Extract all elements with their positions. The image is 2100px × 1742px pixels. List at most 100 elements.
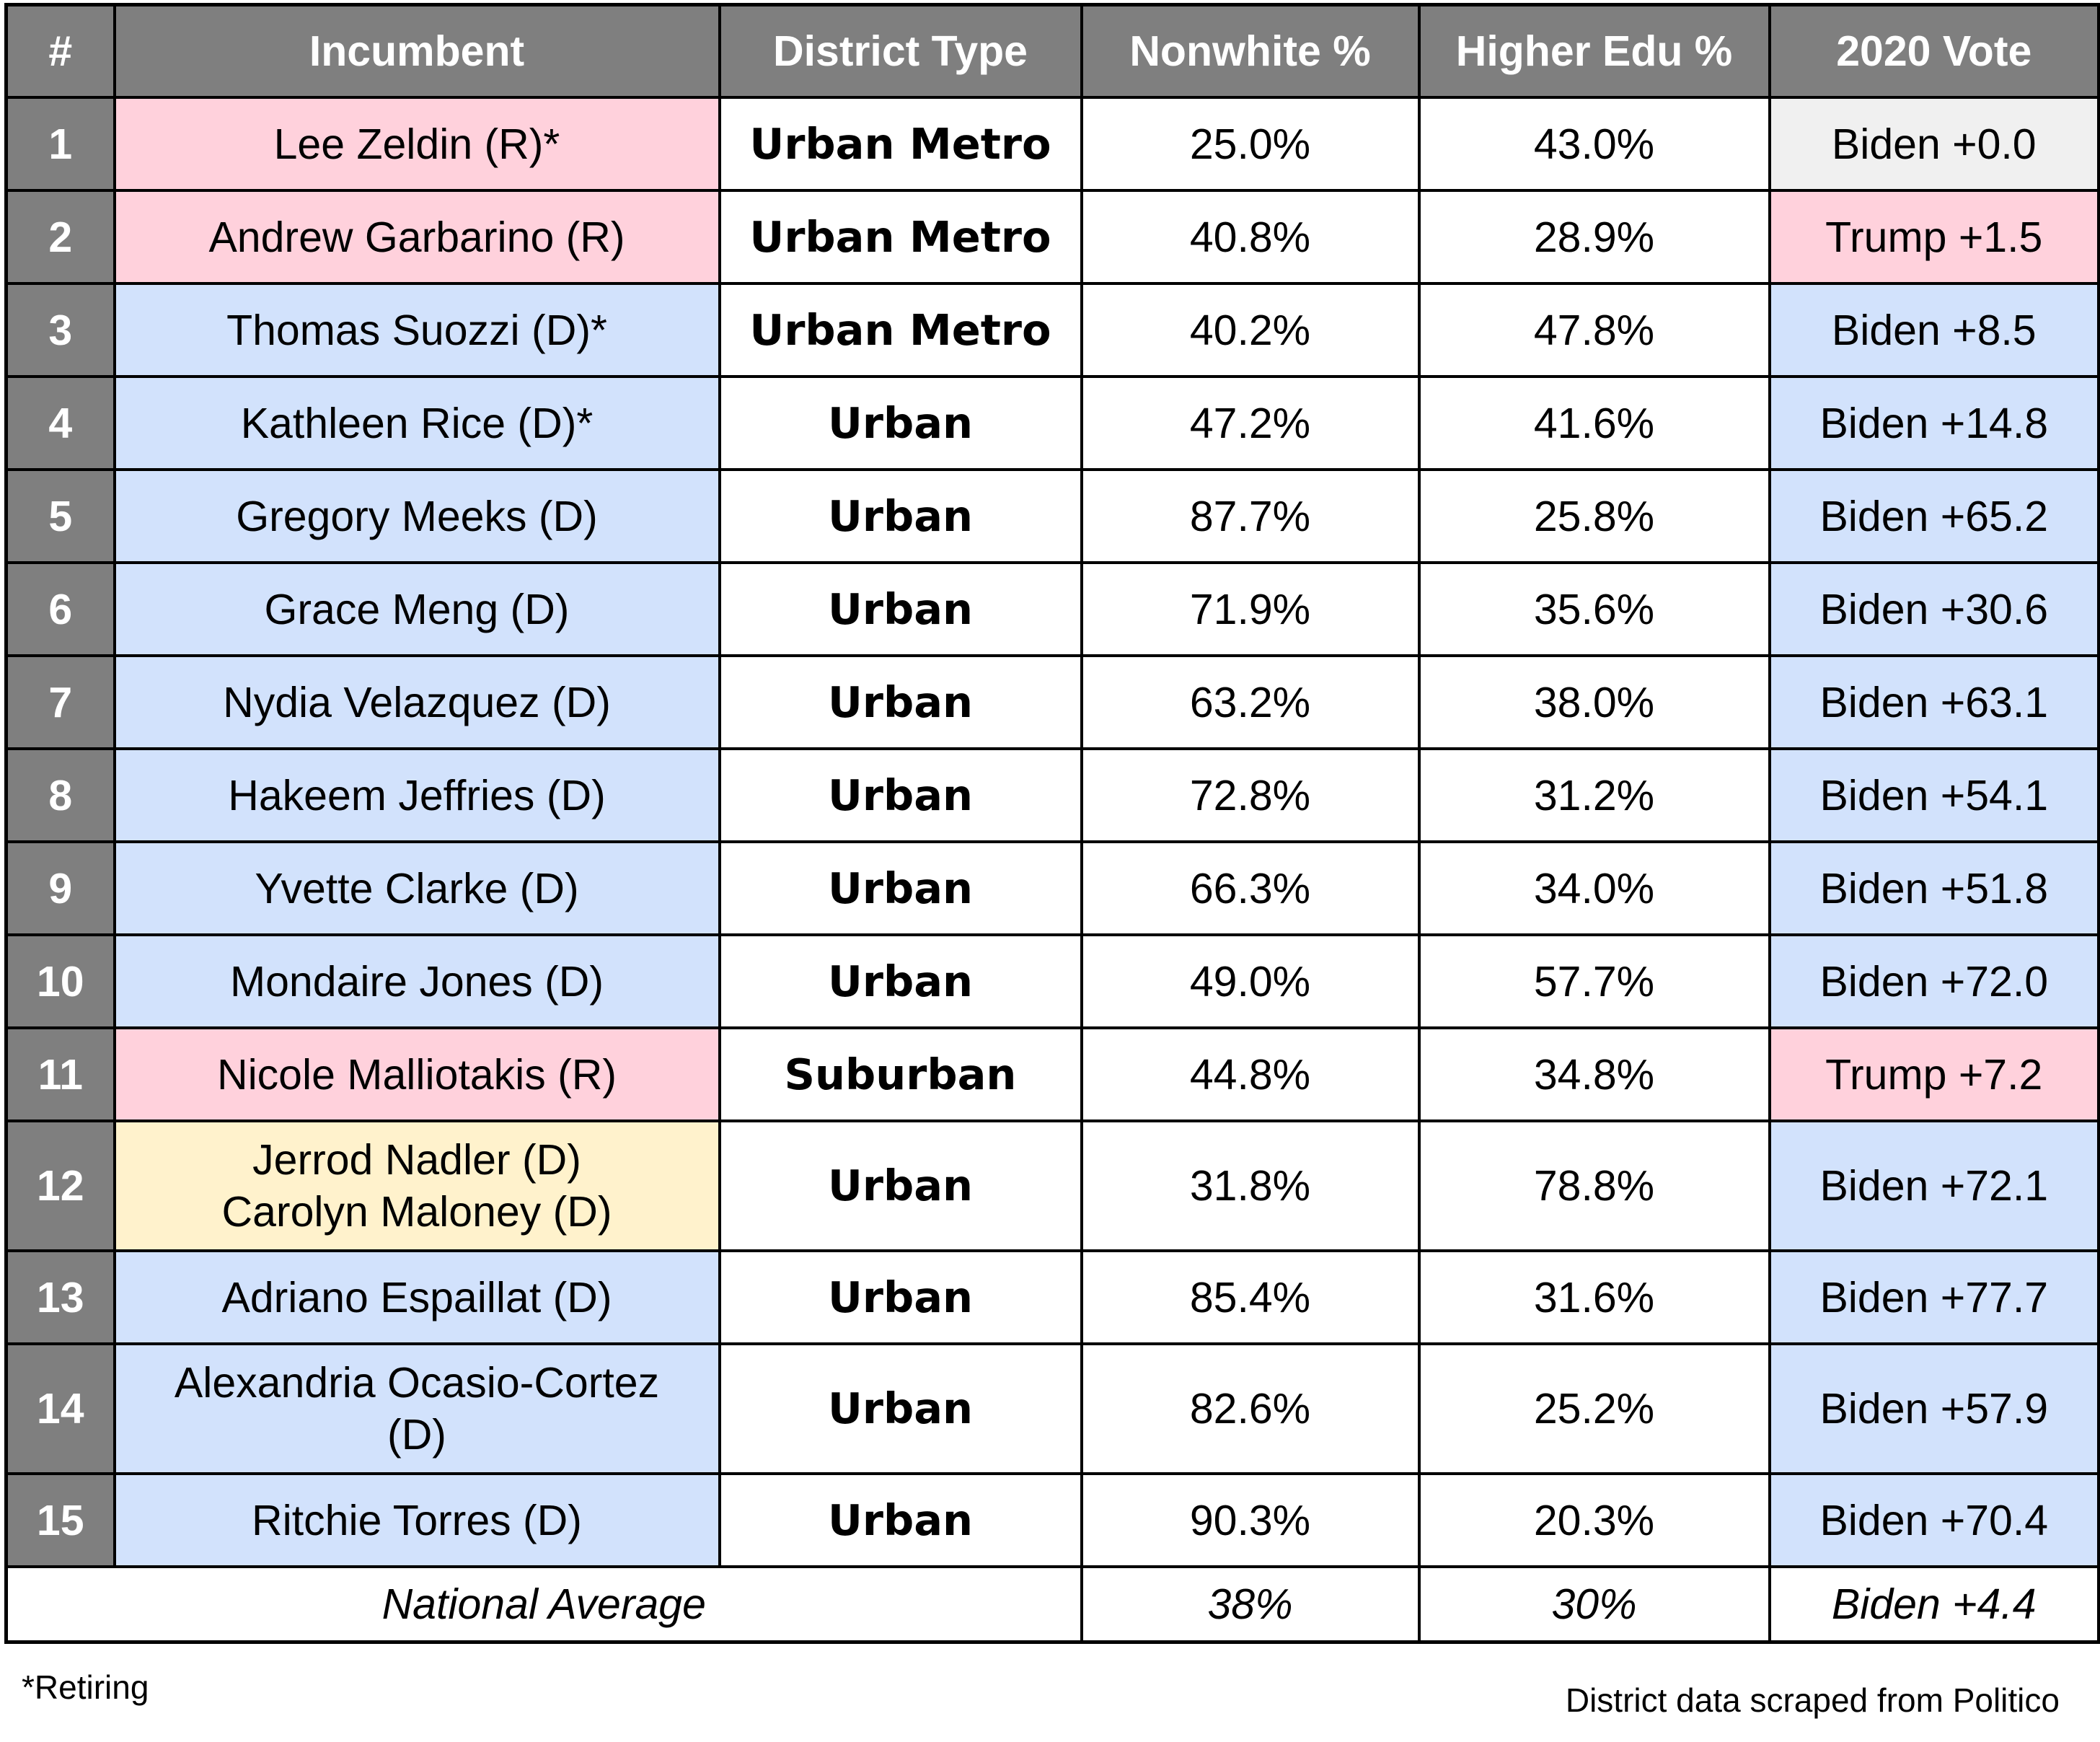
table-row: 9 Yvette Clarke (D) Urban 66.3% 34.0% Biden +… bbox=[4, 840, 2100, 936]
district-table: # Incumbent District Type Nonwhite % Hig… bbox=[4, 3, 2100, 1644]
district-type-cell: Urban bbox=[718, 1342, 1083, 1475]
higher-edu-cell: 31.6% bbox=[1417, 1249, 1771, 1345]
row-number: 14 bbox=[4, 1342, 116, 1475]
higher-edu-cell: 35.6% bbox=[1417, 561, 1771, 657]
nonwhite-cell: 25.0% bbox=[1080, 96, 1421, 192]
incumbent-cell: Ritchie Torres (D) bbox=[112, 1472, 721, 1568]
header-number: # bbox=[4, 3, 116, 99]
header-2020-vote: 2020 Vote bbox=[1768, 3, 2100, 99]
incumbent-name: Grace Meng (D) bbox=[264, 585, 570, 633]
nonwhite-cell: 72.8% bbox=[1080, 747, 1421, 843]
higher-edu-cell: 31.2% bbox=[1417, 747, 1771, 843]
nonwhite-cell: 47.2% bbox=[1080, 375, 1421, 471]
header-district-type: District Type bbox=[718, 3, 1083, 99]
nonwhite-cell: 85.4% bbox=[1080, 1249, 1421, 1345]
table-row: 13 Adriano Espaillat (D) Urban 85.4% 31.6% Bi… bbox=[4, 1249, 2100, 1345]
national-average-nonwhite: 38% bbox=[1080, 1565, 1421, 1644]
incumbent-name: Alexandria Ocasio-Cortez bbox=[174, 1359, 660, 1407]
header-row: # Incumbent District Type Nonwhite % Hig… bbox=[4, 3, 2100, 99]
vote-cell: Biden +77.7 bbox=[1768, 1249, 2100, 1345]
nonwhite-cell: 49.0% bbox=[1080, 933, 1421, 1029]
incumbent-name: Mondaire Jones (D) bbox=[229, 957, 604, 1006]
row-number: 10 bbox=[4, 933, 116, 1029]
higher-edu-cell: 34.0% bbox=[1417, 840, 1771, 936]
incumbent-name: Yvette Clarke (D) bbox=[255, 864, 579, 912]
higher-edu-cell: 38.0% bbox=[1417, 654, 1771, 750]
national-average-row: National Average 38% 30% Biden +4.4 bbox=[4, 1565, 2100, 1644]
district-type-cell: Urban bbox=[718, 747, 1083, 843]
district-type-cell: Urban bbox=[718, 1119, 1083, 1252]
higher-edu-cell: 78.8% bbox=[1417, 1119, 1771, 1252]
incumbent-cell: Hakeem Jeffries (D) bbox=[112, 747, 721, 843]
row-number: 2 bbox=[4, 189, 116, 285]
nonwhite-cell: 31.8% bbox=[1080, 1119, 1421, 1252]
vote-cell: Biden +63.1 bbox=[1768, 654, 2100, 750]
table-row: 3 Thomas Suozzi (D)* Urban Metro 40.2% 47.8%… bbox=[4, 282, 2100, 378]
incumbent-name: Ritchie Torres (D) bbox=[252, 1496, 582, 1544]
incumbent-name: Adriano Espaillat (D) bbox=[221, 1273, 612, 1321]
national-average-vote: Biden +4.4 bbox=[1768, 1565, 2100, 1644]
higher-edu-cell: 41.6% bbox=[1417, 375, 1771, 471]
table-row: 10 Mondaire Jones (D) Urban 49.0% 57.7% Biden… bbox=[4, 933, 2100, 1029]
table-row: 2 Andrew Garbarino (R) Urban Metro 40.8% 28.… bbox=[4, 189, 2100, 285]
district-type-cell: Urban bbox=[718, 375, 1083, 471]
incumbent-cell: Grace Meng (D) bbox=[112, 561, 721, 657]
row-number: 12 bbox=[4, 1119, 116, 1252]
higher-edu-cell: 20.3% bbox=[1417, 1472, 1771, 1568]
nonwhite-cell: 82.6% bbox=[1080, 1342, 1421, 1475]
source-credit: District data scraped from Politico bbox=[1565, 1681, 2060, 1719]
row-number: 9 bbox=[4, 840, 116, 936]
incumbent-name: Gregory Meeks (D) bbox=[236, 492, 598, 540]
national-average-label: National Average bbox=[4, 1565, 1083, 1644]
incumbent-cell: Nydia Velazquez (D) bbox=[112, 654, 721, 750]
incumbent-cell: Andrew Garbarino (R) bbox=[112, 189, 721, 285]
nonwhite-cell: 40.2% bbox=[1080, 282, 1421, 378]
incumbent-cell: Alexandria Ocasio-Cortez (D) bbox=[112, 1342, 721, 1475]
incumbent-cell: Lee Zeldin (R)* bbox=[112, 96, 721, 192]
district-type-cell: Suburban bbox=[718, 1026, 1083, 1122]
vote-cell: Biden +65.2 bbox=[1768, 468, 2100, 564]
table-row: 15 Ritchie Torres (D) Urban 90.3% 20.3% Biden… bbox=[4, 1472, 2100, 1568]
incumbent-name: Thomas Suozzi (D)* bbox=[226, 306, 607, 354]
vote-cell: Biden +57.9 bbox=[1768, 1342, 2100, 1475]
vote-cell: Biden +72.1 bbox=[1768, 1119, 2100, 1252]
table-row: 4 Kathleen Rice (D)* Urban 47.2% 41.6% Biden … bbox=[4, 375, 2100, 471]
row-number: 11 bbox=[4, 1026, 116, 1122]
row-number: 6 bbox=[4, 561, 116, 657]
incumbent-name: Nicole Malliotakis (R) bbox=[216, 1050, 617, 1099]
higher-edu-cell: 34.8% bbox=[1417, 1026, 1771, 1122]
row-number: 15 bbox=[4, 1472, 116, 1568]
table-row: 12 Jerrod Nadler (D) Carolyn Maloney (D) Ur… bbox=[4, 1119, 2100, 1252]
vote-cell: Biden +72.0 bbox=[1768, 933, 2100, 1029]
district-type-cell: Urban bbox=[718, 1249, 1083, 1345]
nonwhite-cell: 87.7% bbox=[1080, 468, 1421, 564]
header-nonwhite: Nonwhite % bbox=[1080, 3, 1421, 99]
row-number: 5 bbox=[4, 468, 116, 564]
incumbent-name: Hakeem Jeffries (D) bbox=[228, 771, 606, 819]
vote-cell: Biden +51.8 bbox=[1768, 840, 2100, 936]
nonwhite-cell: 63.2% bbox=[1080, 654, 1421, 750]
incumbent-name: Kathleen Rice (D)* bbox=[240, 399, 594, 447]
district-type-cell: Urban bbox=[718, 654, 1083, 750]
incumbent-name: Andrew Garbarino (R) bbox=[208, 213, 625, 261]
district-type-cell: Urban bbox=[718, 468, 1083, 564]
vote-cell: Biden +54.1 bbox=[1768, 747, 2100, 843]
district-type-cell: Urban Metro bbox=[718, 282, 1083, 378]
header-incumbent: Incumbent bbox=[112, 3, 721, 99]
incumbent-cell: Gregory Meeks (D) bbox=[112, 468, 721, 564]
vote-cell: Trump +7.2 bbox=[1768, 1026, 2100, 1122]
higher-edu-cell: 47.8% bbox=[1417, 282, 1771, 378]
incumbent-cell: Nicole Malliotakis (R) bbox=[112, 1026, 721, 1122]
district-type-cell: Urban bbox=[718, 933, 1083, 1029]
higher-edu-cell: 25.8% bbox=[1417, 468, 1771, 564]
incumbent-cell: Mondaire Jones (D) bbox=[112, 933, 721, 1029]
row-number: 4 bbox=[4, 375, 116, 471]
incumbent-cell: Kathleen Rice (D)* bbox=[112, 375, 721, 471]
incumbent-name: Jerrod Nadler (D) bbox=[252, 1136, 581, 1184]
header-higher-edu: Higher Edu % bbox=[1417, 3, 1771, 99]
vote-cell: Biden +14.8 bbox=[1768, 375, 2100, 471]
table-row: 7 Nydia Velazquez (D) Urban 63.2% 38.0% Biden… bbox=[4, 654, 2100, 750]
higher-edu-cell: 43.0% bbox=[1417, 96, 1771, 192]
higher-edu-cell: 28.9% bbox=[1417, 189, 1771, 285]
nonwhite-cell: 90.3% bbox=[1080, 1472, 1421, 1568]
